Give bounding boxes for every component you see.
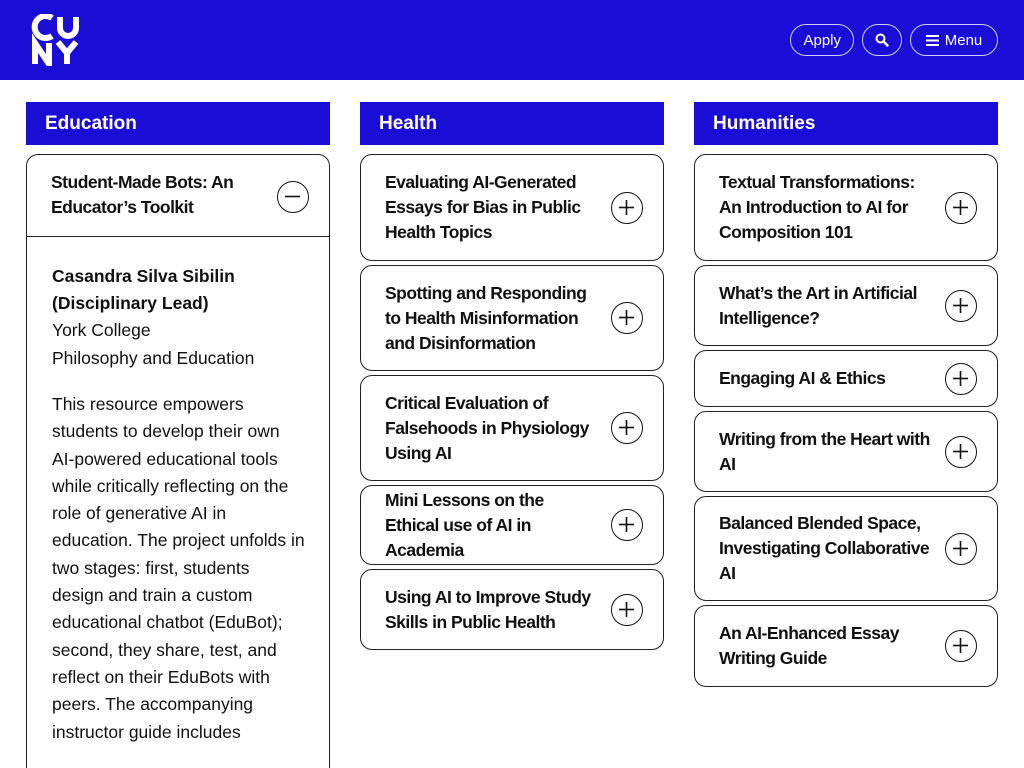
expand-button[interactable]: [611, 593, 643, 626]
column-heading: Humanities: [694, 102, 998, 145]
plus-icon: [953, 638, 968, 653]
accordion-title: Evaluating AI-Generated Essays for Bias …: [385, 172, 581, 242]
apply-label: Apply: [803, 31, 841, 49]
accordion-item[interactable]: Mini Lessons on the Ethical use of AI in…: [360, 485, 664, 565]
resource-description: This resource empowers students to devel…: [52, 394, 305, 742]
accordion-item[interactable]: Balanced Blended Space, Investigating Co…: [694, 496, 998, 601]
column-health: Health Evaluating AI-Generated Essays fo…: [360, 102, 664, 650]
column-humanities: Humanities Textual Transformations: An I…: [694, 102, 998, 687]
accordion-title: An AI-Enhanced Essay Writing Guide: [719, 623, 899, 668]
accordion-item-expanded: Student-Made Bots: An Educator’s Toolkit…: [26, 154, 330, 768]
accordion-panel: Casandra Silva Sibilin (Disciplinary Lea…: [27, 237, 329, 746]
accordion-title: Balanced Blended Space, Investigating Co…: [719, 513, 930, 583]
department-name: Philosophy and Education: [52, 347, 255, 368]
expand-button[interactable]: [945, 630, 977, 662]
expand-button[interactable]: [945, 532, 977, 565]
menu-button[interactable]: Menu: [910, 24, 998, 56]
accordion-title: Writing from the Heart with AI: [719, 428, 930, 474]
expand-button[interactable]: [945, 362, 977, 395]
accordion-title: Mini Lessons on the Ethical use of AI in…: [385, 489, 544, 560]
accordion-item[interactable]: Writing from the Heart with AI: [694, 411, 998, 492]
accordion-title: Student-Made Bots: An Educator’s Toolkit: [51, 172, 234, 217]
plus-icon: [619, 420, 634, 435]
header-actions: Apply Menu: [790, 24, 998, 56]
apply-button[interactable]: Apply: [790, 24, 854, 56]
search-button[interactable]: [862, 24, 902, 56]
accordion-title: Using AI to Improve Study Skills in Publ…: [385, 586, 591, 632]
expand-button[interactable]: [945, 435, 977, 468]
accordion-header[interactable]: Student-Made Bots: An Educator’s Toolkit: [27, 155, 329, 237]
plus-icon: [953, 297, 968, 313]
collapse-button[interactable]: [277, 181, 309, 213]
menu-label: Menu: [944, 31, 983, 49]
accordion-item[interactable]: What’s the Art in Artificial Intelligenc…: [694, 265, 998, 346]
accordion-item[interactable]: Evaluating AI-Generated Essays for Bias …: [360, 154, 664, 261]
cuny-logo[interactable]: [30, 14, 82, 66]
column-education: Education: [26, 102, 330, 145]
accordion-item[interactable]: Textual Transformations: An Introduction…: [694, 154, 998, 261]
accordion-title: Spotting and Responding to Health Misinf…: [385, 282, 587, 353]
accordion-item[interactable]: Engaging AI & Ethics: [694, 350, 998, 407]
college-name: York College: [52, 320, 151, 340]
accordion-item[interactable]: Spotting and Responding to Health Misinf…: [360, 265, 664, 371]
accordion-item[interactable]: Critical Evaluation of Falsehoods in Phy…: [360, 375, 664, 481]
expand-button[interactable]: [945, 191, 977, 224]
column-heading: Health: [360, 102, 664, 145]
hamburger-icon: [925, 34, 939, 46]
accordion-item[interactable]: An AI-Enhanced Essay Writing Guide: [694, 605, 998, 687]
expand-button[interactable]: [945, 289, 977, 322]
disciplinary-lead: Casandra Silva Sibilin (Disciplinary Lea…: [52, 266, 235, 313]
search-icon: [875, 33, 889, 47]
plus-icon: [619, 517, 634, 532]
accordion-title: Engaging AI & Ethics: [719, 368, 886, 388]
plus-icon: [953, 443, 968, 459]
expand-button[interactable]: [611, 191, 643, 224]
expand-button[interactable]: [611, 509, 643, 541]
accordion-title: Textual Transformations: An Introduction…: [719, 172, 915, 242]
expand-button[interactable]: [611, 302, 643, 334]
plus-icon: [619, 310, 634, 325]
plus-icon: [619, 601, 634, 617]
accordion-title: What’s the Art in Artificial Intelligenc…: [719, 282, 917, 328]
top-navigation-bar: Apply Menu: [0, 0, 1024, 80]
plus-icon: [953, 540, 968, 556]
expand-button[interactable]: [611, 412, 643, 444]
plus-icon: [953, 370, 968, 386]
plus-icon: [619, 199, 634, 215]
accordion-title: Critical Evaluation of Falsehoods in Phy…: [385, 392, 589, 463]
accordion-item[interactable]: Using AI to Improve Study Skills in Publ…: [360, 569, 664, 650]
minus-icon: [285, 195, 300, 198]
column-heading: Education: [26, 102, 330, 145]
plus-icon: [953, 199, 968, 215]
